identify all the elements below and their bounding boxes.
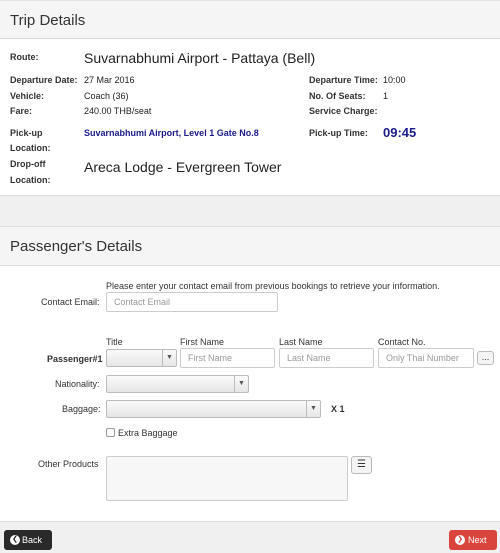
pickup-label: Pick-up (10, 128, 43, 138)
pickup-time-value: 09:45 (383, 125, 417, 140)
departure-date-value: 27 Mar 2016 (84, 75, 135, 85)
title-column-header: Title (106, 337, 123, 347)
vehicle-value: Coach (36) (84, 91, 129, 101)
departure-date-label: Departure Date: (10, 75, 78, 85)
section-gap (0, 196, 500, 226)
fare-value: 240.00 THB/seat (84, 106, 152, 116)
route-value: Suvarnabhumi Airport - Pattaya (Bell) (84, 50, 316, 66)
passenger-row-label: Passenger#1 (47, 354, 103, 364)
first-name-column-header: First Name (180, 337, 225, 347)
contact-number-input[interactable] (378, 348, 474, 368)
baggage-label: Baggage: (62, 404, 101, 414)
departure-time-label: Departure Time: (309, 75, 378, 85)
baggage-quantity: X 1 (331, 404, 345, 414)
pickup-label-line2: Location: (10, 143, 51, 153)
last-name-input[interactable] (279, 348, 374, 368)
next-arrow-icon: ❯ (455, 535, 465, 545)
pickup-time-label: Pick-up Time: (309, 128, 368, 138)
trip-details-panel: Route: Suvarnabhumi Airport - Pattaya (B… (0, 39, 500, 196)
list-icon: ☰ (357, 459, 366, 470)
pickup-location-link[interactable]: Suvarnabhumi Airport, Level 1 Gate No.8 (84, 128, 259, 138)
dropoff-label: Drop-off (10, 159, 46, 169)
chevron-down-icon: ▼ (162, 350, 176, 366)
route-label: Route: (10, 52, 39, 62)
service-charge-label: Service Charge: (309, 106, 378, 116)
more-options-button[interactable]: ... (477, 351, 494, 365)
footer-bar (0, 521, 500, 553)
trip-details-heading: Trip Details (0, 0, 500, 39)
dropoff-label-line2: Location: (10, 175, 51, 185)
trip-details-title: Trip Details (10, 12, 86, 29)
fare-label: Fare: (10, 106, 33, 116)
nationality-select[interactable]: ▼ (106, 375, 249, 393)
vehicle-label: Vehicle: (10, 91, 45, 101)
other-products-label: Other Products (38, 459, 99, 469)
extra-baggage-checkbox[interactable] (106, 428, 115, 437)
back-button[interactable]: ❮ Back (4, 530, 52, 550)
list-icon-button[interactable]: ☰ (351, 456, 372, 474)
title-select[interactable]: ▼ (106, 349, 177, 367)
dropoff-value: Areca Lodge - Evergreen Tower (84, 159, 282, 175)
seats-value: 1 (383, 91, 389, 101)
seats-label: No. Of Seats: (309, 91, 366, 101)
passenger-details-panel: Please enter your contact email from pre… (0, 266, 500, 521)
back-arrow-icon: ❮ (10, 535, 20, 545)
passenger-details-title: Passenger's Details (10, 238, 143, 255)
contact-number-column-header: Contact No. (378, 337, 426, 347)
nationality-label: Nationality: (55, 379, 100, 389)
chevron-down-icon: ▼ (234, 376, 248, 392)
next-button[interactable]: ❯ Next (449, 530, 497, 550)
baggage-select[interactable]: ▼ (106, 400, 321, 418)
next-button-label: Next (468, 535, 487, 545)
last-name-column-header: Last Name (279, 337, 323, 347)
email-hint: Please enter your contact email from pre… (106, 281, 440, 291)
first-name-input[interactable] (180, 348, 275, 368)
contact-email-label: Contact Email: (41, 297, 100, 307)
back-button-label: Back (22, 535, 43, 545)
chevron-down-icon: ▼ (306, 401, 320, 417)
extra-baggage-label[interactable]: Extra Baggage (118, 428, 178, 438)
contact-email-input[interactable] (106, 292, 278, 312)
departure-time-value: 10:00 (383, 75, 406, 85)
passenger-details-heading: Passenger's Details (0, 226, 500, 266)
other-products-field[interactable] (106, 456, 348, 501)
